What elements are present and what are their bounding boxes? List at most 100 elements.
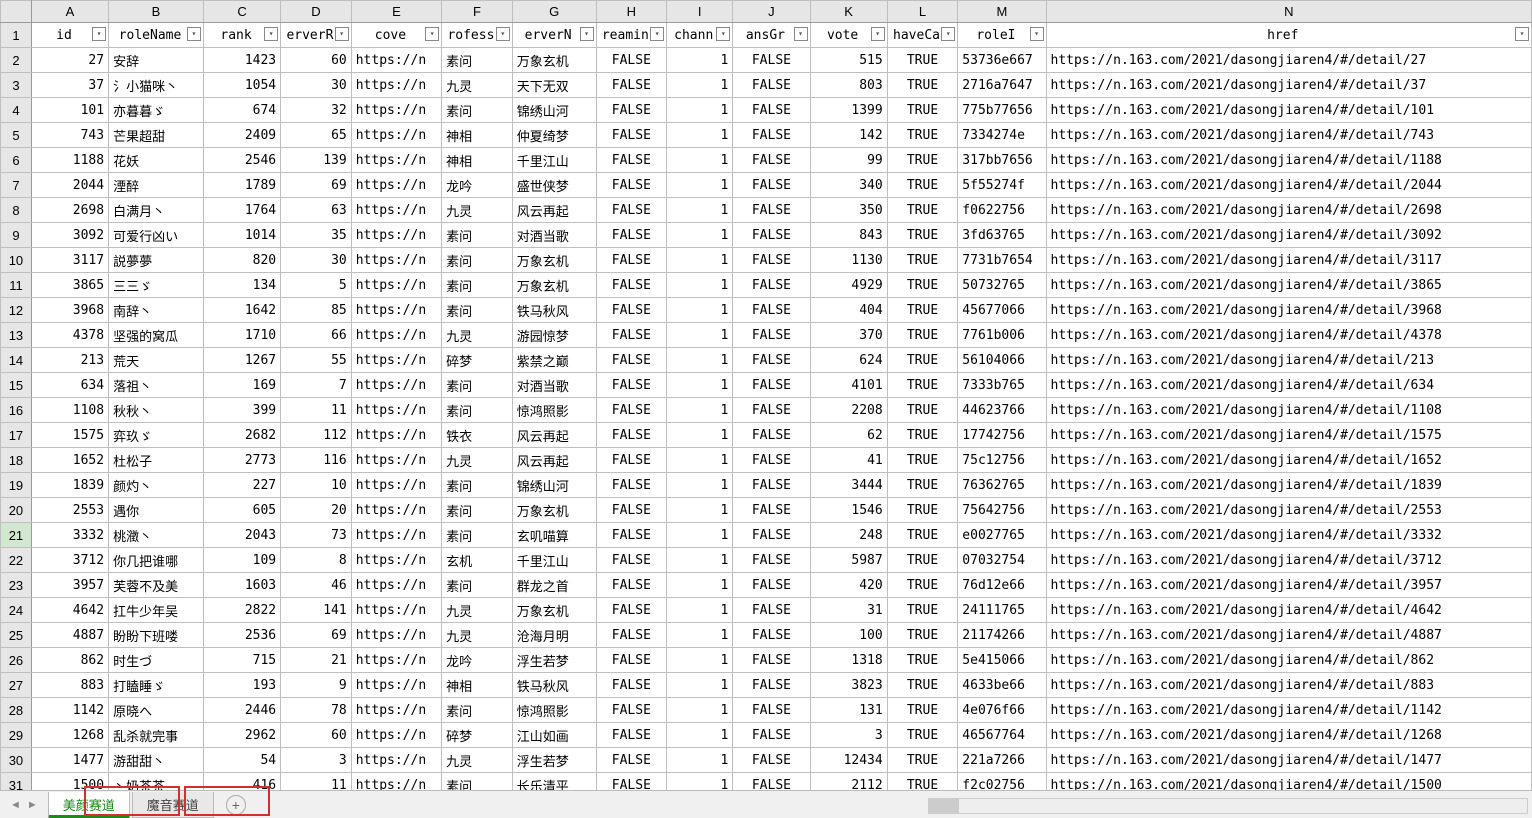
table-row[interactable]: 4101亦暮暮ゞ67432https://n素问锦绣山河FALSE1FALSE1… xyxy=(1,98,1532,123)
cell-reamin[interactable]: FALSE xyxy=(596,348,667,373)
cell-cove[interactable]: https://n xyxy=(351,623,441,648)
cell-chann[interactable]: 1 xyxy=(667,348,733,373)
cell-vote[interactable]: 515 xyxy=(810,48,887,73)
cell-serverR[interactable]: 63 xyxy=(281,198,352,223)
cell-serverN[interactable]: 铁马秋风 xyxy=(512,298,596,323)
cell-have[interactable]: TRUE xyxy=(887,98,958,123)
cell-fans[interactable]: FALSE xyxy=(733,648,810,673)
cell-rank[interactable]: 1789 xyxy=(203,173,280,198)
header-cell[interactable]: haveCa▾ xyxy=(887,23,958,48)
row-number[interactable]: 6 xyxy=(1,148,32,173)
header-cell[interactable]: reamin▾ xyxy=(596,23,667,48)
cell-fans[interactable]: FALSE xyxy=(733,323,810,348)
add-sheet-button[interactable]: + xyxy=(226,795,246,815)
cell-roleI[interactable]: 17742756 xyxy=(958,423,1046,448)
cell-serverR[interactable]: 8 xyxy=(281,548,352,573)
cell-prof[interactable]: 素问 xyxy=(442,473,513,498)
cell-prof[interactable]: 素问 xyxy=(442,523,513,548)
cell-have[interactable]: TRUE xyxy=(887,323,958,348)
cell-serverR[interactable]: 30 xyxy=(281,248,352,273)
cell-chann[interactable]: 1 xyxy=(667,373,733,398)
cell-rank[interactable]: 2409 xyxy=(203,123,280,148)
cell-serverN[interactable]: 惊鸿照影 xyxy=(512,398,596,423)
cell-serverN[interactable]: 天下无双 xyxy=(512,73,596,98)
cell-serverR[interactable]: 65 xyxy=(281,123,352,148)
header-cell[interactable]: vote▾ xyxy=(810,23,887,48)
cell-prof[interactable]: 九灵 xyxy=(442,198,513,223)
cell-serverN[interactable]: 玄叽喵算 xyxy=(512,523,596,548)
cell-prof[interactable]: 九灵 xyxy=(442,323,513,348)
cell-rank[interactable]: 109 xyxy=(203,548,280,573)
cell-vote[interactable]: 624 xyxy=(810,348,887,373)
cell-serverR[interactable]: 112 xyxy=(281,423,352,448)
cell-cove[interactable]: https://n xyxy=(351,323,441,348)
cell-prof[interactable]: 碎梦 xyxy=(442,723,513,748)
cell-rank[interactable]: 1764 xyxy=(203,198,280,223)
cell-rank[interactable]: 193 xyxy=(203,673,280,698)
table-row[interactable]: 202553遇你60520https://n素问万象玄机FALSE1FALSE1… xyxy=(1,498,1532,523)
cell-role[interactable]: 南辞丶 xyxy=(109,298,204,323)
cell-reamin[interactable]: FALSE xyxy=(596,573,667,598)
filter-dropdown-icon[interactable]: ▾ xyxy=(1030,27,1044,41)
col-header-J[interactable]: J xyxy=(733,1,810,23)
triangle-right-icon[interactable]: ► xyxy=(27,799,38,811)
row-number[interactable]: 28 xyxy=(1,698,32,723)
cell-serverN[interactable]: 浮生若梦 xyxy=(512,748,596,773)
cell-prof[interactable]: 神相 xyxy=(442,148,513,173)
cell-chann[interactable]: 1 xyxy=(667,673,733,698)
cell-serverR[interactable]: 9 xyxy=(281,673,352,698)
cell-prof[interactable]: 铁衣 xyxy=(442,423,513,448)
header-cell[interactable]: roleName▾ xyxy=(109,23,204,48)
cell-chann[interactable]: 1 xyxy=(667,573,733,598)
cell-prof[interactable]: 九灵 xyxy=(442,73,513,98)
cell-role[interactable]: 荒天 xyxy=(109,348,204,373)
cell-serverN[interactable]: 沧海月明 xyxy=(512,623,596,648)
cell-cove[interactable]: https://n xyxy=(351,73,441,98)
cell-cove[interactable]: https://n xyxy=(351,98,441,123)
cell-chann[interactable]: 1 xyxy=(667,748,733,773)
cell-prof[interactable]: 素问 xyxy=(442,373,513,398)
cell-chann[interactable]: 1 xyxy=(667,548,733,573)
cell-chann[interactable]: 1 xyxy=(667,48,733,73)
cell-roleI[interactable]: 5e415066 xyxy=(958,648,1046,673)
cell-id[interactable]: 3712 xyxy=(31,548,108,573)
filter-dropdown-icon[interactable]: ▾ xyxy=(187,27,201,41)
table-row[interactable]: 244642扛牛少年吴2822141https://n九灵万象玄机FALSE1F… xyxy=(1,598,1532,623)
cell-serverR[interactable]: 3 xyxy=(281,748,352,773)
cell-roleI[interactable]: f0622756 xyxy=(958,198,1046,223)
cell-cove[interactable]: https://n xyxy=(351,573,441,598)
cell-have[interactable]: TRUE xyxy=(887,273,958,298)
cell-fans[interactable]: FALSE xyxy=(733,698,810,723)
cell-vote[interactable]: 404 xyxy=(810,298,887,323)
row-number[interactable]: 16 xyxy=(1,398,32,423)
cell-have[interactable]: TRUE xyxy=(887,173,958,198)
cell-role[interactable]: 落祖丶 xyxy=(109,373,204,398)
cell-serverN[interactable]: 风云再起 xyxy=(512,423,596,448)
cell-have[interactable]: TRUE xyxy=(887,523,958,548)
cell-vote[interactable]: 843 xyxy=(810,223,887,248)
row-number[interactable]: 8 xyxy=(1,198,32,223)
cell-have[interactable]: TRUE xyxy=(887,148,958,173)
cell-role[interactable]: 乱杀就完事 xyxy=(109,723,204,748)
row-number[interactable]: 5 xyxy=(1,123,32,148)
cell-role[interactable]: 坚强的窝瓜 xyxy=(109,323,204,348)
cell-chann[interactable]: 1 xyxy=(667,723,733,748)
cell-serverN[interactable]: 铁马秋风 xyxy=(512,673,596,698)
cell-role[interactable]: 安辞 xyxy=(109,48,204,73)
table-row[interactable]: 233957芙蓉不及美160346https://n素问群龙之首FALSE1FA… xyxy=(1,573,1532,598)
cell-id[interactable]: 4378 xyxy=(31,323,108,348)
cell-serverN[interactable]: 惊鸿照影 xyxy=(512,698,596,723)
cell-serverR[interactable]: 55 xyxy=(281,348,352,373)
cell-rank[interactable]: 1014 xyxy=(203,223,280,248)
cell-prof[interactable]: 素问 xyxy=(442,773,513,791)
cell-have[interactable]: TRUE xyxy=(887,423,958,448)
cell-roleI[interactable]: 7333b765 xyxy=(958,373,1046,398)
cell-id[interactable]: 3092 xyxy=(31,223,108,248)
table-row[interactable]: 93092可爱行凶い101435https://n素问对酒当歌FALSE1FAL… xyxy=(1,223,1532,248)
cell-prof[interactable]: 素问 xyxy=(442,248,513,273)
row-number[interactable]: 2 xyxy=(1,48,32,73)
cell-serverN[interactable]: 千里江山 xyxy=(512,548,596,573)
cell-serverR[interactable]: 35 xyxy=(281,223,352,248)
cell-chann[interactable]: 1 xyxy=(667,523,733,548)
cell-reamin[interactable]: FALSE xyxy=(596,98,667,123)
